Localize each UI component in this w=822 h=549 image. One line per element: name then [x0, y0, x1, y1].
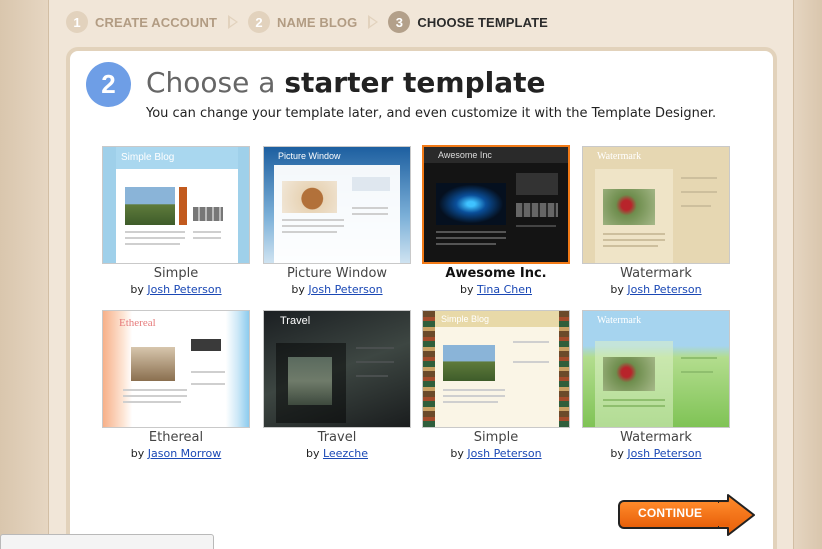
thumb-title: Travel: [280, 315, 311, 327]
template-thumbnail[interactable]: Ethereal: [102, 310, 250, 428]
template-author-line: by Josh Peterson: [582, 282, 730, 297]
template-thumbnail[interactable]: Watermark: [582, 310, 730, 428]
title-emphasis: starter template: [284, 66, 546, 99]
author-link[interactable]: Josh Peterson: [308, 283, 382, 296]
template-thumbnail[interactable]: Awesome Inc: [422, 145, 570, 264]
template-card-watermark-2[interactable]: Watermark Watermark by Josh Peterson: [582, 310, 730, 461]
template-author-line: by Josh Peterson: [422, 446, 570, 461]
thumb-title: Awesome Inc: [438, 150, 492, 160]
template-thumbnail[interactable]: Watermark: [582, 146, 730, 264]
by-label: by: [130, 283, 148, 296]
author-link[interactable]: Josh Peterson: [627, 283, 701, 296]
thumb-title: Watermark: [597, 315, 642, 326]
step-label: CHOOSE TEMPLATE: [417, 14, 548, 30]
continue-label: CONTINUE: [638, 506, 703, 520]
step-number: 1: [66, 11, 88, 33]
template-name: Watermark: [620, 266, 692, 281]
template-author-line: by Josh Peterson: [582, 446, 730, 461]
thumb-title: Watermark: [597, 151, 642, 162]
section-step-number: 2: [86, 62, 131, 107]
template-name: Travel: [317, 430, 357, 445]
right-background: [792, 0, 822, 549]
continue-button[interactable]: CONTINUE: [618, 494, 756, 536]
by-label: by: [459, 283, 477, 296]
thumb-title: Simple Blog: [441, 314, 490, 324]
template-panel: [66, 47, 777, 549]
template-thumbnail[interactable]: Simple Blog: [422, 310, 570, 428]
author-link[interactable]: Tina Chen: [477, 283, 532, 296]
bottom-tab: [0, 534, 214, 549]
template-name: Awesome Inc.: [445, 266, 547, 281]
step-name-blog: 2 NAME BLOG: [248, 11, 357, 33]
author-link[interactable]: Josh Peterson: [147, 283, 221, 296]
step-arrow-icon: [368, 15, 379, 29]
template-author-line: by Tina Chen: [422, 282, 570, 297]
signup-steps: 1 CREATE ACCOUNT 2 NAME BLOG 3 CHOOSE TE…: [66, 8, 548, 36]
step-arrow-icon: [228, 15, 239, 29]
template-card-simple-2[interactable]: Simple Blog Simple by Josh Peterson: [422, 310, 570, 461]
template-name: Simple: [473, 430, 519, 445]
template-card-awesome-inc[interactable]: Awesome Inc Awesome Inc. by Tina Chen: [422, 145, 570, 297]
arrow-right-icon: [718, 494, 755, 536]
thumb-title: Picture Window: [278, 151, 341, 161]
step-label: CREATE ACCOUNT: [95, 14, 218, 30]
by-label: by: [130, 447, 148, 460]
template-name: Simple: [153, 266, 199, 281]
author-link[interactable]: Jason Morrow: [148, 447, 221, 460]
template-author-line: by Josh Peterson: [263, 282, 411, 297]
template-thumbnail[interactable]: Travel: [263, 310, 411, 428]
template-thumbnail[interactable]: Picture Window: [263, 146, 411, 264]
by-label: by: [305, 447, 323, 460]
author-link[interactable]: Josh Peterson: [627, 447, 701, 460]
template-card-simple[interactable]: Simple Blog Simple by Josh Peterson: [102, 146, 250, 297]
step-number: 2: [248, 11, 271, 33]
left-background: [0, 0, 48, 549]
template-card-watermark[interactable]: Watermark Watermark by Josh Peterson: [582, 146, 730, 297]
by-label: by: [610, 283, 628, 296]
author-link[interactable]: Leezche: [323, 447, 368, 460]
page-title: Choose a starter template: [146, 66, 546, 100]
template-author-line: by Josh Peterson: [102, 282, 250, 297]
template-card-ethereal[interactable]: Ethereal Ethereal by Jason Morrow: [102, 310, 250, 461]
author-link[interactable]: Josh Peterson: [467, 447, 541, 460]
template-author-line: by Jason Morrow: [102, 446, 250, 461]
step-label: NAME BLOG: [277, 14, 358, 30]
thumb-title: Ethereal: [119, 317, 156, 329]
step-number: 3: [388, 11, 411, 33]
step-choose-template: 3 CHOOSE TEMPLATE: [388, 11, 548, 33]
template-name: Ethereal: [148, 430, 204, 445]
by-label: by: [291, 283, 309, 296]
template-thumbnail[interactable]: Simple Blog: [102, 146, 250, 264]
template-name: Watermark: [620, 430, 692, 445]
step-create-account: 1 CREATE ACCOUNT: [66, 11, 217, 33]
thumb-title: Simple Blog: [121, 152, 175, 163]
title-prefix: Choose a: [146, 66, 285, 99]
template-author-line: by Leezche: [263, 446, 411, 461]
by-label: by: [610, 447, 628, 460]
by-label: by: [450, 447, 468, 460]
template-card-picture-window[interactable]: Picture Window Picture Window by Josh Pe…: [263, 146, 411, 297]
template-name: Picture Window: [286, 266, 388, 281]
page-subtitle: You can change your template later, and …: [146, 106, 717, 121]
template-card-travel[interactable]: Travel Travel by Leezche: [263, 310, 411, 461]
